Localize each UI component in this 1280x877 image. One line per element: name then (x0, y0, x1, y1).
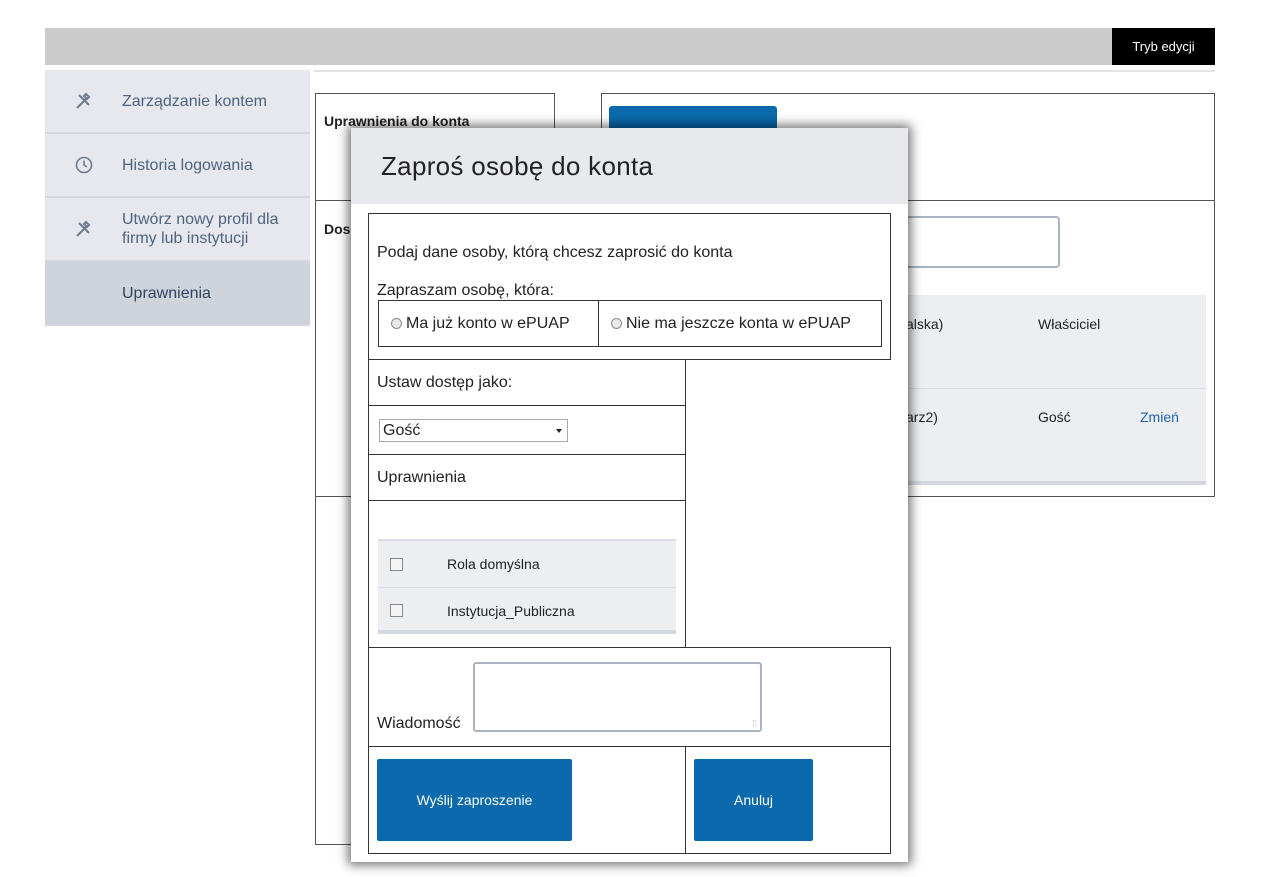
message-textarea[interactable]: ⁞⁞ (473, 662, 762, 732)
sidebar-item-label: Zarządzanie kontem (122, 92, 267, 110)
sidebar-item-login-history[interactable]: Historia logowania (45, 134, 310, 198)
edit-mode-button[interactable]: Tryb edycji (1112, 28, 1215, 65)
lower-panel (315, 496, 355, 845)
roles-list: Rola domyślna Instytucja_Publiczna (378, 539, 676, 634)
permissions-label: Uprawnienia (377, 469, 466, 486)
user-name-cell: arz2) (906, 409, 938, 425)
cancel-button[interactable]: Anuluj (694, 759, 813, 841)
access-select[interactable]: Gość (379, 419, 568, 442)
radio-no-account[interactable]: Nie ma jeszcze konta w ePUAP (598, 300, 882, 347)
sidebar-item-create-profile[interactable]: Utwórz nowy profil dla firmy lub instytu… (45, 198, 310, 262)
access-label: Ustaw dostęp jako: (377, 374, 513, 391)
tools-icon (45, 91, 122, 111)
search-input[interactable] (900, 216, 1060, 268)
resize-grip-icon[interactable]: ⁞⁞ (753, 720, 757, 728)
access-selected-value: Gość (383, 421, 421, 439)
sidebar-item-account-management[interactable]: Zarządzanie kontem (45, 70, 310, 134)
sidebar-item-label: Historia logowania (122, 156, 253, 174)
role-row[interactable]: Rola domyślna (378, 541, 676, 587)
content-divider (314, 70, 1215, 72)
chevron-down-icon (556, 429, 562, 433)
role-checkbox[interactable] (390, 604, 403, 617)
table-row-divider (880, 388, 1206, 389)
invite-dialog: Zaproś osobę do konta Podaj dane osoby, … (351, 128, 908, 862)
top-bar: Tryb edycji (45, 28, 1215, 65)
sidebar-item-label: Utwórz nowy profil dla firmy lub instytu… (122, 211, 279, 247)
change-role-link[interactable]: Zmień (1140, 409, 1179, 425)
send-invitation-button[interactable]: Wyślij zaproszenie (377, 759, 572, 841)
intro-text: Podaj dane osoby, którą chcesz zaprosić … (377, 244, 733, 261)
role-row[interactable]: Instytucja_Publiczna (378, 587, 676, 633)
access-title: Dos (324, 221, 351, 237)
sidebar-item-label: Uprawnienia (122, 284, 211, 302)
radio-circle[interactable] (611, 318, 622, 329)
sidebar: Zarządzanie kontem Historia logowania Ut… (45, 70, 310, 326)
invite-label: Zapraszam osobę, która: (377, 282, 554, 299)
role-checkbox[interactable] (390, 557, 403, 571)
sidebar-item-permissions[interactable]: Uprawnienia (45, 262, 310, 326)
user-role-cell: Właściciel (1038, 316, 1101, 332)
radio-label: Ma już konto w ePUAP (406, 314, 570, 332)
dialog-header: Zaproś osobę do konta (351, 128, 908, 204)
dialog-title: Zaproś osobę do konta (381, 150, 654, 181)
role-label: Instytucja_Publiczna (447, 602, 575, 619)
radio-circle[interactable] (391, 318, 402, 329)
radio-has-account[interactable]: Ma już konto w ePUAP (378, 300, 599, 347)
role-label: Rola domyślna (447, 556, 540, 572)
user-name-cell: alska) (906, 316, 944, 332)
tools-icon (45, 219, 122, 239)
account-permissions-title: Uprawnienia do konta (324, 113, 470, 129)
user-role-cell: Gość (1038, 409, 1071, 425)
message-label: Wiadomość (377, 715, 461, 732)
radio-label: Nie ma jeszcze konta w ePUAP (626, 314, 851, 332)
clock-icon (45, 155, 122, 175)
